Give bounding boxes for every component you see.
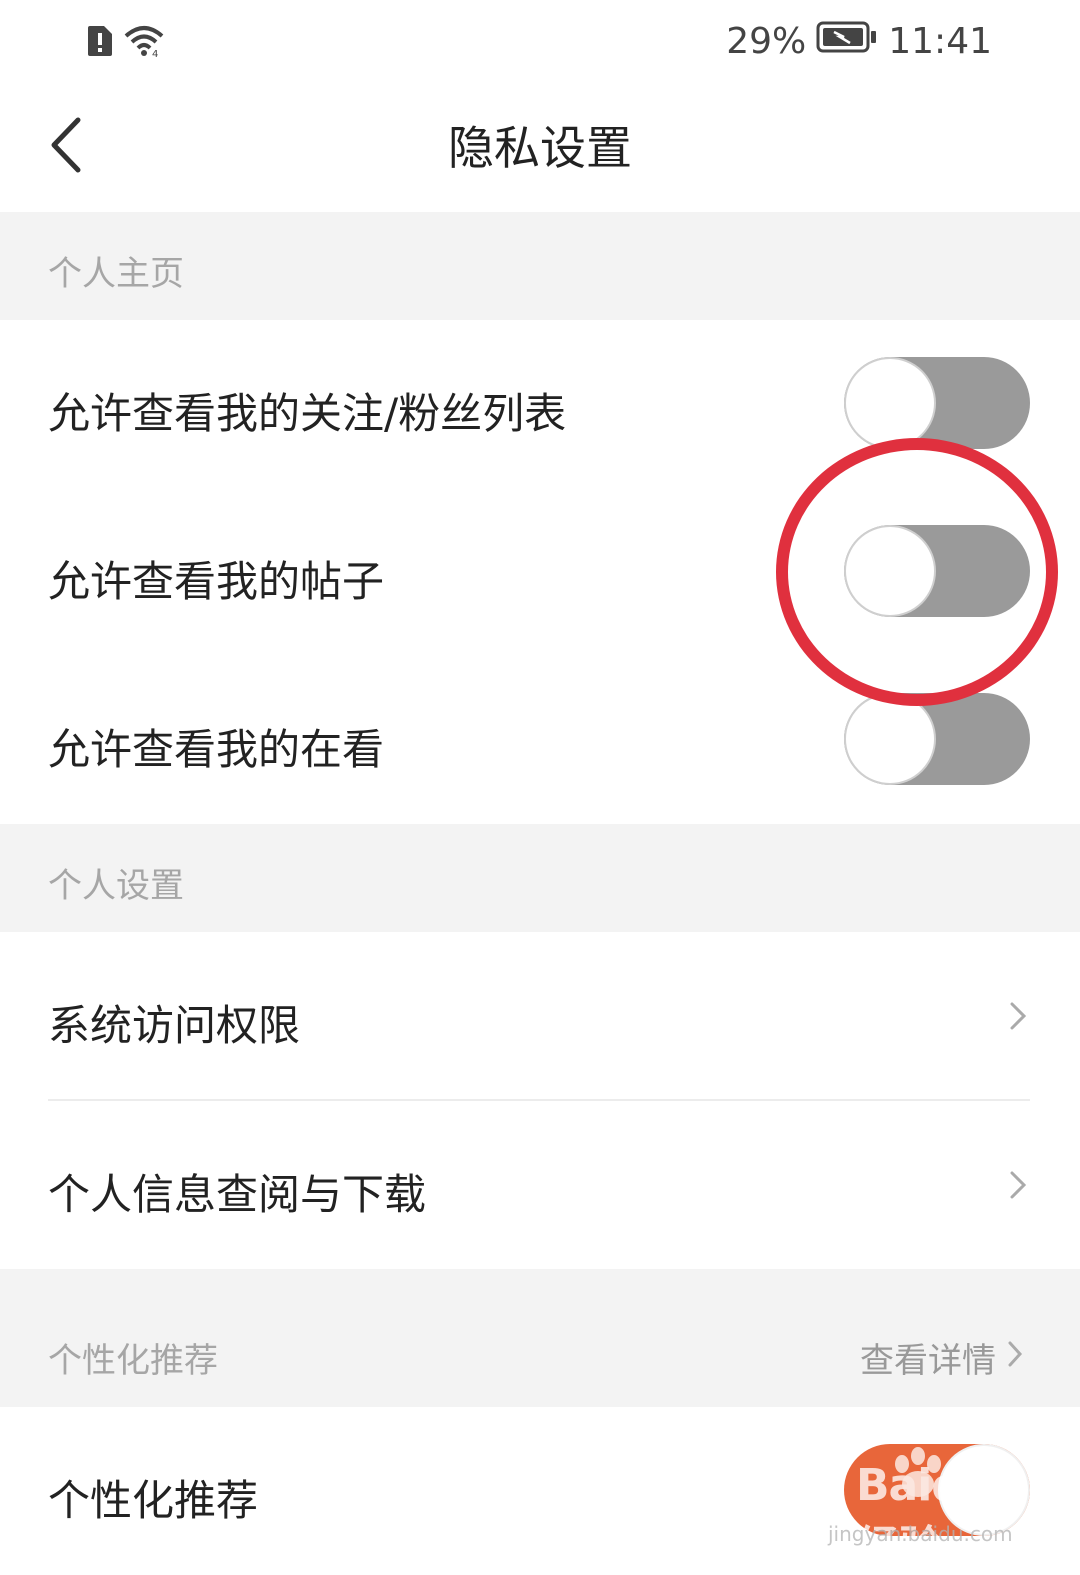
view-details-label: 查看详情 [860,1341,996,1381]
setting-label: 个人信息查阅与下载 [48,1170,427,1219]
setting-row-follow-list[interactable]: 允许查看我的关注/粉丝列表 [0,320,1080,488]
page-title: 隐私设置 [448,121,632,175]
view-details-link[interactable]: 查看详情 [860,1333,1024,1382]
section-header-homepage: 个人主页 [0,212,1080,320]
watermark-url: jingyan.baidu.com [828,1522,1013,1546]
section-title: 个人主页 [48,254,184,294]
svg-text:4: 4 [152,49,158,58]
section-title: 个人设置 [48,866,184,906]
setting-row-watching[interactable]: 允许查看我的在看 [0,656,1080,824]
section-header-recommendation: 个性化推荐 查看详情 [0,1269,1080,1407]
sim-alert-icon [86,24,114,62]
setting-row-system-permissions[interactable]: 系统访问权限 [0,932,1080,1100]
status-bar-left: 4 [86,24,164,62]
section-title: 个性化推荐 [48,1341,218,1381]
status-bar-right: 29% 11:41 [726,20,992,63]
toggle-knob [844,525,936,617]
battery-charging-icon [816,20,878,63]
setting-label: 个性化推荐 [48,1476,259,1525]
watching-toggle[interactable] [844,693,1030,785]
setting-label: 允许查看我的关注/粉丝列表 [48,389,567,438]
setting-label: 允许查看我的在看 [48,725,385,774]
setting-label: 系统访问权限 [48,1001,301,1050]
nav-bar: 隐私设置 [0,86,1080,212]
chevron-right-icon [1008,1000,1028,1036]
setting-row-personal-info[interactable]: 个人信息查阅与下载 [0,1101,1080,1269]
setting-label: 允许查看我的帖子 [48,557,385,606]
follow-list-toggle[interactable] [844,357,1030,449]
clock: 11:41 [888,21,992,62]
status-bar: 4 29% 11:41 [0,0,1080,86]
section-header-personal-settings: 个人设置 [0,824,1080,932]
setting-row-posts[interactable]: 允许查看我的帖子 [0,488,1080,656]
watermark-logo-text: Baidu经验 [856,1460,993,1573]
wifi-icon: 4 [124,24,164,62]
battery-percent: 29% [726,21,807,62]
posts-toggle[interactable] [844,525,1030,617]
chevron-right-icon [1008,1169,1028,1205]
toggle-knob [844,357,936,449]
baidu-jingyan-watermark: Baidu经验 jingyan.baidu.com [826,1440,1026,1573]
toggle-knob [844,693,936,785]
chevron-right-icon [1006,1338,1024,1378]
